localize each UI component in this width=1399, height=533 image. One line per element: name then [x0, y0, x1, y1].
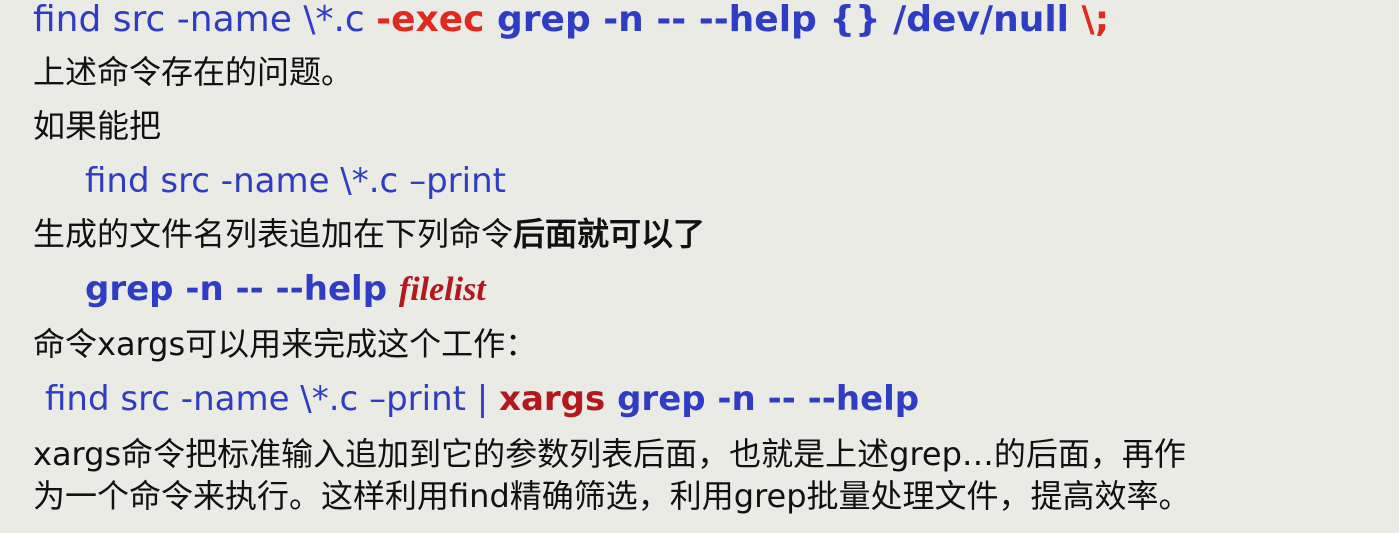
xargs-explanation-line-2: 为一个命令来执行。这样利用find精确筛选，利用grep批量处理文件，提高效率。 — [33, 477, 1191, 515]
append-filelist-normal-text: 生成的文件名列表追加在下列命令 — [33, 215, 514, 253]
grep-command-text: grep -n -- --help {} /dev/null — [484, 0, 1082, 40]
exec-option-text: -exec — [376, 0, 485, 40]
filelist-placeholder-text: filelist — [398, 271, 486, 308]
xargs-intro-text: 命令xargs可以用来完成这个工作： — [33, 325, 538, 363]
xargs-grep-command-text: grep -n -- --help — [605, 379, 920, 419]
find-command-text: find src -name \*.c — [33, 0, 377, 40]
command-line-exec: find src -name \*.c -exec grep -n -- --h… — [33, 2, 1109, 38]
if-could-text: 如果能把 — [33, 107, 162, 145]
xargs-command-text: xargs — [499, 379, 606, 419]
append-filelist-text: 生成的文件名列表追加在下列命令后面就可以了 — [33, 218, 705, 250]
slide-content: find src -name \*.c -exec grep -n -- --h… — [0, 0, 1399, 533]
grep-help-command-text: grep -n -- --help — [85, 269, 399, 309]
exec-terminator-text: \; — [1081, 0, 1110, 40]
find-pipe-command-text: find src -name \*.c –print | — [45, 379, 500, 419]
xargs-command-line: find src -name \*.c –print | xargs grep … — [45, 382, 919, 416]
find-print-command-text: find src -name \*.c –print — [85, 161, 506, 201]
grep-filelist-command: grep -n -- --help filelist — [85, 272, 486, 307]
xargs-explanation-line-1: xargs命令把标准输入追加到它的参数列表后面，也就是上述grep…的后面，再作 — [33, 435, 1186, 473]
problem-statement-text: 上述命令存在的问题。 — [33, 53, 354, 91]
append-filelist-bold-text: 后面就可以了 — [513, 215, 706, 253]
